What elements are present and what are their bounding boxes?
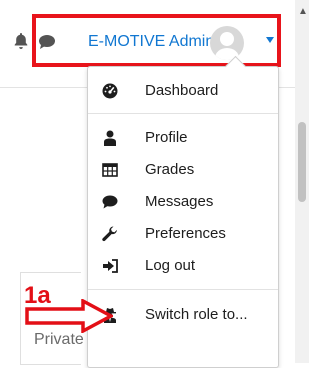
menu-item-profile[interactable]: Profile	[88, 124, 278, 154]
menu-label-messages: Messages	[145, 193, 214, 210]
user-dropdown-menu: Dashboard Profile Grades Messages Prefer…	[87, 55, 279, 368]
menu-item-preferences[interactable]: Preferences	[88, 220, 278, 250]
wrench-icon	[102, 226, 117, 242]
scrollbar[interactable]: ▲	[295, 0, 309, 363]
bell-icon[interactable]	[14, 33, 28, 49]
menu-item-log-out[interactable]: Log out	[88, 252, 278, 282]
menu-divider	[88, 113, 278, 114]
menu-label-dashboard: Dashboard	[145, 82, 219, 99]
menu-item-grades[interactable]: Grades	[88, 156, 278, 186]
scrollbar-thumb[interactable]	[298, 122, 306, 202]
menu-label-switch-role: Switch role to...	[145, 306, 248, 323]
arrow-right-icon	[25, 299, 113, 333]
menu-label-preferences: Preferences	[145, 225, 226, 242]
menu-item-switch-role[interactable]: Switch role to...	[88, 301, 278, 331]
sign-out-icon	[103, 259, 118, 273]
menu-label-log-out: Log out	[145, 257, 196, 274]
scroll-up-icon[interactable]: ▲	[298, 6, 308, 17]
tachometer-icon	[102, 83, 118, 99]
menu-divider	[88, 289, 278, 290]
menu-item-dashboard[interactable]: Dashboard	[88, 77, 278, 107]
table-icon	[102, 163, 118, 177]
menu-label-profile: Profile	[145, 129, 188, 146]
user-menu-highlight	[32, 14, 281, 67]
user-icon	[104, 130, 116, 146]
menu-item-messages[interactable]: Messages	[88, 188, 278, 218]
menu-label-grades: Grades	[145, 161, 195, 178]
comment-icon	[102, 195, 118, 209]
